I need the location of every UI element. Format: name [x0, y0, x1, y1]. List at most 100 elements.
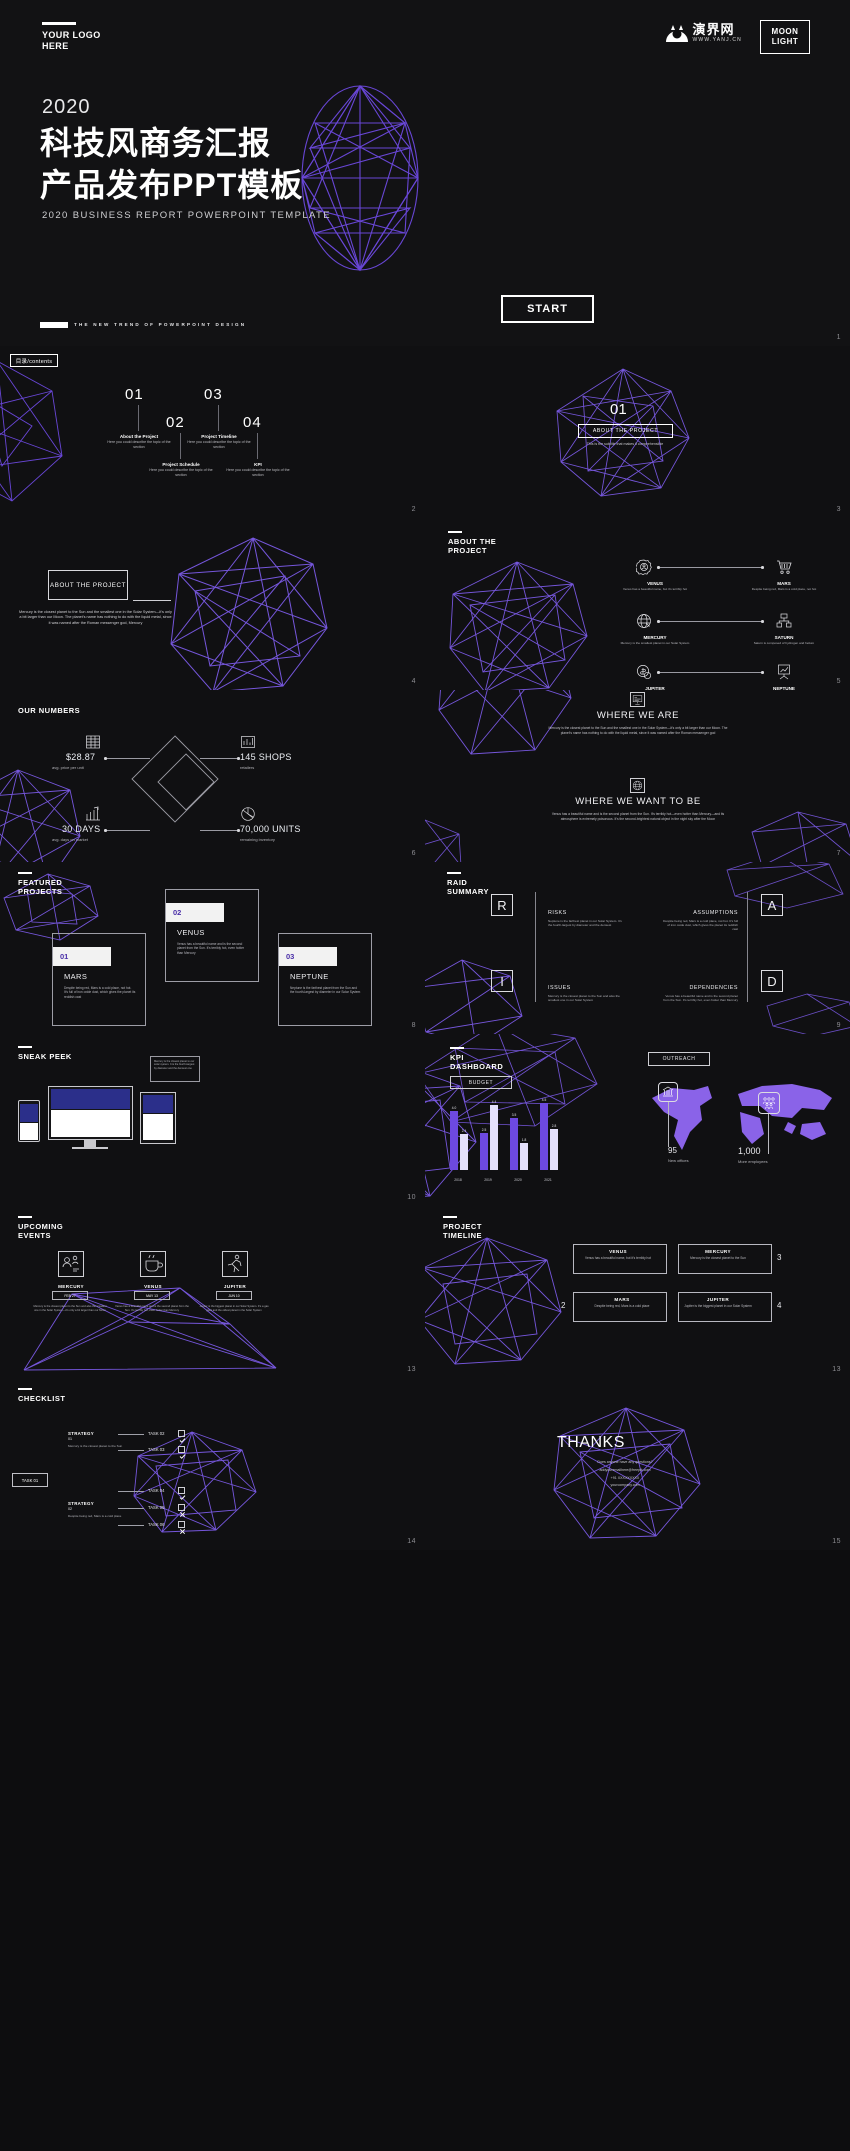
bar-2019-series-1 — [480, 1133, 488, 1170]
checklist-task-04[interactable]: TASK 04 — [148, 1488, 164, 1493]
shopping-cart-icon — [777, 560, 792, 574]
coffee-icon — [140, 1251, 166, 1277]
growth-chart-icon — [86, 806, 100, 821]
checklist-task-05[interactable]: TASK 05 — [148, 1505, 164, 1510]
connector-line-2 — [658, 621, 762, 622]
numbers-connector-1 — [105, 758, 150, 759]
slide-our-numbers: OUR NUMBERS $28.87 avg. price per unit 1… — [0, 690, 425, 862]
about-paragraph: Mercury is the closest planet to the Sun… — [19, 610, 172, 625]
toc-desc-02: Here you could describe the topic of the… — [149, 468, 213, 477]
checklist-task-06[interactable]: TASK 06 — [148, 1522, 164, 1527]
planet-name-saturn: SATURN — [774, 635, 794, 640]
start-button[interactable]: START — [501, 295, 594, 323]
timeline-name-1: VENUS — [609, 1249, 627, 1254]
brand-name: 演界网 — [692, 22, 735, 37]
number-value-1: $28.87 — [66, 752, 96, 762]
checkbox-task-05[interactable] — [178, 1504, 186, 1518]
phone-screen-bottom — [20, 1123, 38, 1140]
checklist-task-03[interactable]: TASK 03 — [148, 1447, 164, 1452]
thanks-title: THANKS — [557, 1434, 625, 1451]
bar-value-2018-series-1: 4.0 — [451, 1105, 457, 1110]
checklist-number-1: 01 — [68, 1437, 72, 1441]
bar-value-2021-series-2: 2.8 — [551, 1123, 557, 1128]
divider-chip: ABOUT THE PROJECT — [578, 424, 673, 438]
logo-line-1: YOUR LOGO — [42, 30, 101, 40]
raid-rule-right — [747, 892, 748, 1002]
moonlight-line-2: LIGHT — [771, 37, 799, 46]
timeline-title-line-1: PROJECT — [443, 1222, 482, 1231]
section-tick — [443, 1216, 457, 1218]
kpi-title-line-1: KPI — [450, 1053, 465, 1062]
bar-chart-icon — [241, 736, 255, 748]
section-tick — [448, 531, 462, 533]
checkbox-task-03[interactable] — [178, 1446, 186, 1459]
timeline-name-2: MARS — [614, 1297, 630, 1302]
checkbox-task-02[interactable] — [178, 1430, 186, 1443]
page-number: 10 — [407, 1194, 416, 1201]
events-title-line-1: UPCOMING — [18, 1222, 64, 1231]
map-leader-left — [668, 1102, 669, 1147]
event-desc-3: Jupiter is the biggest planet in our Sol… — [199, 1305, 269, 1312]
checklist-task-02[interactable]: TASK 02 — [148, 1431, 164, 1436]
cover-title-line-2: 产品发布PPT模板 — [40, 167, 304, 203]
coins-icon — [637, 665, 652, 680]
bar-value-2020-series-1: 3.5 — [511, 1113, 517, 1118]
bar-value-2019-series-2: 4.4 — [491, 1099, 497, 1104]
event-desc-1: Mercury is the closest planet to the Sun… — [33, 1305, 107, 1312]
page-number: 6 — [411, 850, 416, 857]
badge-person-icon — [636, 559, 652, 575]
monitor-screen-bottom — [51, 1110, 130, 1137]
thanks-line-4: yourcompany.com — [610, 1483, 640, 1487]
toc-desc-01: Here you could describe the topic of the… — [107, 440, 171, 449]
checklist-arrow-4 — [118, 1508, 144, 1509]
numbers-connector-2 — [200, 758, 239, 759]
moonlight-line-1: MOON — [771, 27, 799, 36]
timeline-name-4: JUPITER — [706, 1297, 730, 1302]
bar-2018-series-1 — [450, 1110, 458, 1170]
slide-raid-summary: RAID SUMMARY R RISKS Neptune is the fart… — [425, 862, 850, 1034]
logo-accent-bar — [42, 22, 76, 25]
kpi-title: KPI DASHBOARD — [450, 1053, 503, 1071]
bar-value-2018-series-2: 2.4 — [461, 1129, 467, 1134]
bar-2021-series-1 — [540, 1103, 548, 1170]
slide-where-we-are: WHERE WE ARE Mercury is the closest plan… — [425, 690, 850, 862]
checklist-root-task[interactable]: TASK 01 — [12, 1473, 48, 1487]
page-number: 2 — [411, 506, 416, 513]
checklist-desc-2: Despite being red, Mars is a cold place — [68, 1514, 122, 1518]
outreach-label-2: More employees — [738, 1159, 768, 1164]
checkbox-task-04[interactable] — [178, 1487, 186, 1500]
section-tick — [18, 1388, 32, 1390]
connector-line-3 — [658, 672, 762, 673]
number-value-3: 30 DAYS — [62, 824, 101, 834]
wireframe-sphere-checklist — [130, 1430, 260, 1535]
x-tick-2020: 2020 — [514, 1178, 522, 1182]
featured-desc-01: Despite being red, Mars is a cold place,… — [64, 986, 136, 999]
wireframe-sphere-where-bl — [425, 818, 465, 862]
connector-dot-left-1 — [657, 566, 660, 569]
events-title: UPCOMING EVENTS — [18, 1222, 63, 1240]
events-title-line-2: EVENTS — [18, 1231, 52, 1240]
timeline-text-3: Mercury is the closest planet to the Sun — [690, 1256, 746, 1260]
divider-description: This is the subtitle that makes it compr… — [586, 442, 664, 446]
checklist-title: CHECKLIST — [18, 1394, 66, 1403]
event-name-2: VENUS — [144, 1284, 162, 1289]
featured-desc-03: Neptune is the farthest planet from the … — [290, 986, 361, 995]
x-tick-2019: 2019 — [484, 1178, 492, 1182]
timeline-text-1: Venus has a beautiful name, but it's ter… — [585, 1256, 651, 1260]
number-label-4: remaining inventory — [240, 837, 275, 842]
checkbox-task-06[interactable] — [178, 1521, 186, 1535]
page-number: 3 — [836, 506, 841, 513]
wireframe-sphere-toc — [0, 356, 72, 506]
raid-letter-D: D — [761, 970, 783, 992]
timeline-number-2: 2 — [561, 1301, 566, 1310]
x-tick-2018: 2018 — [454, 1178, 462, 1182]
globe-grid-icon — [630, 778, 645, 793]
page-number: 13 — [832, 1366, 841, 1373]
moonlight-badge: MOON LIGHT — [760, 20, 810, 54]
event-date-1: FEB 27 — [52, 1291, 88, 1300]
bar-value-2020-series-2: 1.8 — [521, 1138, 527, 1143]
people-icon — [762, 1097, 776, 1110]
planet-desc-mercury: Mercury is the smallest planet in our So… — [620, 641, 690, 645]
bar-2020-series-1 — [510, 1118, 518, 1170]
kpi-budget-chip[interactable]: BUDGET — [450, 1076, 512, 1089]
